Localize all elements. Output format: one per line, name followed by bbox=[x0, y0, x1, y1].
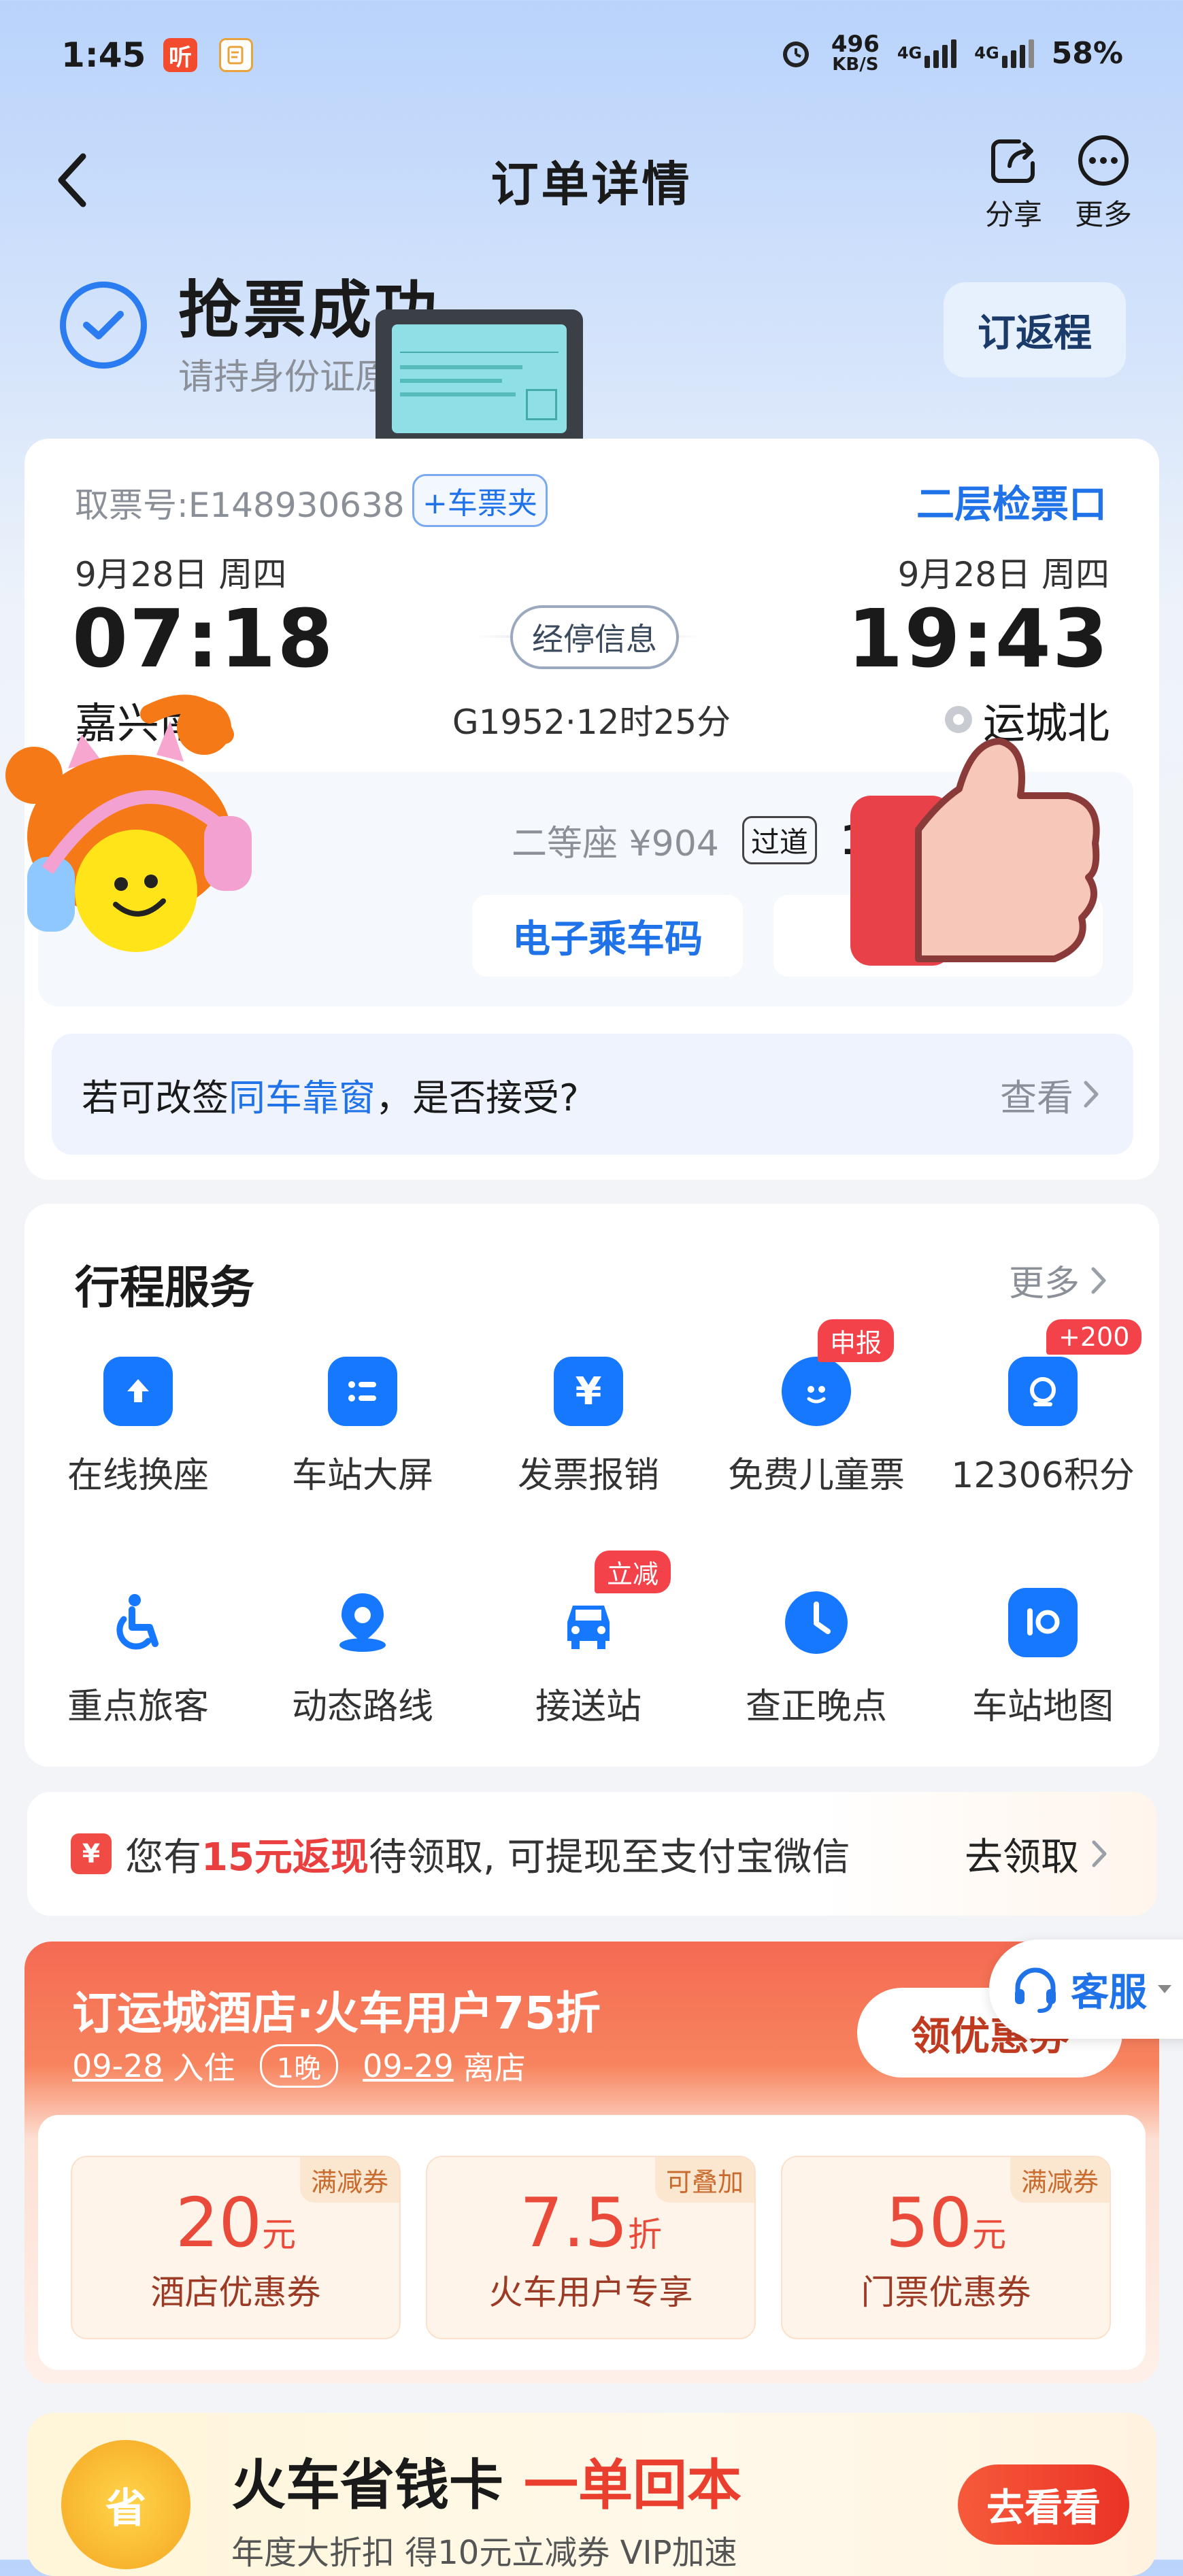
service-station-map[interactable]: 车站地图 bbox=[931, 1588, 1155, 1729]
coupon-unit: 折 bbox=[628, 2215, 663, 2254]
stops-info-button[interactable]: 经停信息 bbox=[510, 605, 679, 669]
saver-card-subtitle: 年度大折扣 得10元立减券 VIP加速 bbox=[231, 2534, 737, 2572]
hotel-promo-title: 订运城酒店·火车用户75折 bbox=[72, 1987, 601, 2039]
seat-info-row: 二等座 ¥904 过道 1 bbox=[512, 815, 869, 866]
pickup-number: 取票号:E148930638 bbox=[75, 486, 405, 525]
hotel-dates[interactable]: 09-28 入住 1晚 09-29 离店 bbox=[72, 2044, 526, 2088]
chevron-down-icon bbox=[1158, 1985, 1171, 1993]
more-icon bbox=[1078, 135, 1129, 186]
service-invoice[interactable]: ¥ 发票报销 bbox=[476, 1357, 701, 1497]
checkin-date: 09-28 bbox=[72, 2048, 163, 2084]
service-12306-points[interactable]: 12306积分 bbox=[931, 1357, 1155, 1497]
chevron-right-icon bbox=[1091, 1267, 1106, 1293]
alarm-icon bbox=[782, 41, 809, 67]
customer-service-button[interactable]: 客服 bbox=[989, 1939, 1183, 2039]
listen-app-icon: 听 bbox=[163, 38, 197, 72]
coupon-ticket[interactable]: 满减券 50元 门票优惠券 bbox=[781, 2156, 1111, 2339]
chevron-right-icon bbox=[1092, 1840, 1107, 1867]
coupon-train-user[interactable]: 可叠加 7.5折 火车用户专享 bbox=[426, 2156, 756, 2339]
coupon-value: 7.5 bbox=[519, 2183, 629, 2263]
points-icon bbox=[1008, 1357, 1078, 1426]
status-time: 1:45 bbox=[61, 35, 146, 75]
share-button[interactable]: 分享 bbox=[980, 133, 1048, 233]
map-icon bbox=[1008, 1588, 1078, 1657]
accessibility-icon bbox=[103, 1588, 173, 1657]
coupon-desc: 火车用户专享 bbox=[488, 2273, 693, 2312]
service-online-seat-swap[interactable]: 在线换座 bbox=[26, 1357, 250, 1497]
signal-2: 4G bbox=[974, 38, 1034, 68]
coupon-tag: 满减券 bbox=[1010, 2157, 1110, 2203]
cashback-claim-button[interactable]: 去领取 bbox=[965, 1827, 1107, 1882]
net-speed: 496 KB/S bbox=[831, 31, 880, 75]
window-seat-prompt[interactable]: 若可改签同车靠窗，是否接受? 查看 bbox=[52, 1034, 1133, 1155]
battery-level: 58% bbox=[1051, 35, 1123, 71]
coupon-desc: 门票优惠券 bbox=[861, 2273, 1031, 2312]
depart-time: 07:18 bbox=[72, 592, 335, 685]
coupon-value: 50 bbox=[885, 2183, 973, 2263]
service-priority-passenger[interactable]: 重点旅客 bbox=[26, 1588, 250, 1729]
chevron-right-icon bbox=[1084, 1081, 1099, 1108]
e-ticket-button[interactable]: 电子乘车码 bbox=[472, 895, 743, 977]
checkout-label: 离店 bbox=[463, 2050, 526, 2086]
pickup-tag: 立减 bbox=[595, 1550, 671, 1593]
mascot-sticker bbox=[0, 694, 313, 979]
service-dynamic-route[interactable]: 动态路线 bbox=[250, 1588, 475, 1729]
headset-icon bbox=[1015, 1967, 1056, 2013]
coupon-tag: 可叠加 bbox=[654, 2157, 754, 2203]
depart-date: 9月28日 周四 bbox=[75, 555, 287, 594]
saver-card-title-row: 火车省钱卡 一单回本 bbox=[231, 2454, 742, 2517]
window-seat-text: 若可改签同车靠窗，是否接受? bbox=[82, 1076, 579, 1119]
share-label: 分享 bbox=[984, 198, 1042, 231]
checkout-date: 09-29 bbox=[363, 2048, 454, 2084]
arrive-time: 19:43 bbox=[847, 592, 1110, 685]
saver-card-badge: 省 bbox=[61, 2440, 190, 2569]
saver-card-banner[interactable]: 省 火车省钱卡 一单回本 年度大折扣 得10元立减券 VIP加速 去看看 bbox=[27, 2413, 1156, 2576]
notes-app-icon bbox=[219, 38, 253, 72]
share-icon bbox=[991, 139, 1035, 183]
route-icon bbox=[328, 1588, 397, 1657]
station-screen-icon bbox=[328, 1357, 397, 1426]
station-dot-icon bbox=[944, 706, 972, 733]
service-child-ticket[interactable]: 免费儿童票 bbox=[704, 1357, 929, 1497]
thumbs-up-sticker bbox=[844, 734, 1109, 979]
seat-type: 二等座 ¥904 bbox=[512, 824, 719, 864]
add-ticket-folder-button[interactable]: +车票夹 bbox=[412, 474, 548, 527]
cashback-banner[interactable]: ¥ 您有15元返现待领取, 可提现至支付宝微信 去领取 bbox=[27, 1792, 1156, 1916]
coupon-desc: 酒店优惠券 bbox=[150, 2273, 321, 2312]
car-icon bbox=[554, 1588, 623, 1657]
points-tag: +200 bbox=[1046, 1319, 1142, 1355]
saver-card-button[interactable]: 去看看 bbox=[958, 2464, 1129, 2545]
invoice-icon: ¥ bbox=[554, 1357, 623, 1426]
cashback-text: 您有15元返现待领取, 可提现至支付宝微信 bbox=[125, 1835, 850, 1880]
coupon-tag: 满减券 bbox=[299, 2157, 399, 2203]
arrive-date: 9月28日 周四 bbox=[897, 555, 1110, 594]
service-station-screen[interactable]: 车站大屏 bbox=[250, 1357, 475, 1497]
window-seat-view[interactable]: 查看 bbox=[1000, 1068, 1133, 1121]
coupon-hotel[interactable]: 满减券 20元 酒店优惠券 bbox=[71, 2156, 401, 2339]
cashback-icon: ¥ bbox=[71, 1833, 112, 1874]
service-delay-check[interactable]: 查正晚点 bbox=[704, 1588, 929, 1729]
nights-tag: 1晚 bbox=[259, 2044, 339, 2088]
more-button[interactable]: 更多 bbox=[1069, 133, 1137, 233]
gate-info: 二层检票口 bbox=[916, 483, 1107, 527]
clock-icon bbox=[782, 1588, 851, 1657]
seat-swap-icon bbox=[103, 1357, 173, 1426]
success-check-icon bbox=[60, 282, 147, 369]
ticket-thumbnail-image bbox=[392, 324, 567, 433]
coupon-value: 20 bbox=[175, 2183, 263, 2263]
services-title: 行程服务 bbox=[75, 1261, 254, 1314]
signal-1: 4G bbox=[897, 38, 957, 68]
ticket-thumbnail-popup[interactable] bbox=[376, 309, 583, 473]
coupon-unit: 元 bbox=[972, 2215, 1007, 2254]
child-ticket-tag: 申报 bbox=[818, 1319, 895, 1362]
service-pickup[interactable]: 接送站 bbox=[476, 1588, 701, 1729]
more-label: 更多 bbox=[1074, 198, 1132, 231]
transit-tag: 过道 bbox=[742, 816, 817, 864]
status-right: 496 KB/S 4G 4G 58% bbox=[778, 33, 1123, 73]
book-return-button[interactable]: 订返程 bbox=[944, 282, 1126, 377]
child-ticket-icon bbox=[782, 1357, 851, 1426]
checkin-label: 入住 bbox=[172, 2050, 235, 2086]
services-more-button[interactable]: 更多 bbox=[1009, 1255, 1107, 1306]
coupon-unit: 元 bbox=[262, 2215, 297, 2254]
